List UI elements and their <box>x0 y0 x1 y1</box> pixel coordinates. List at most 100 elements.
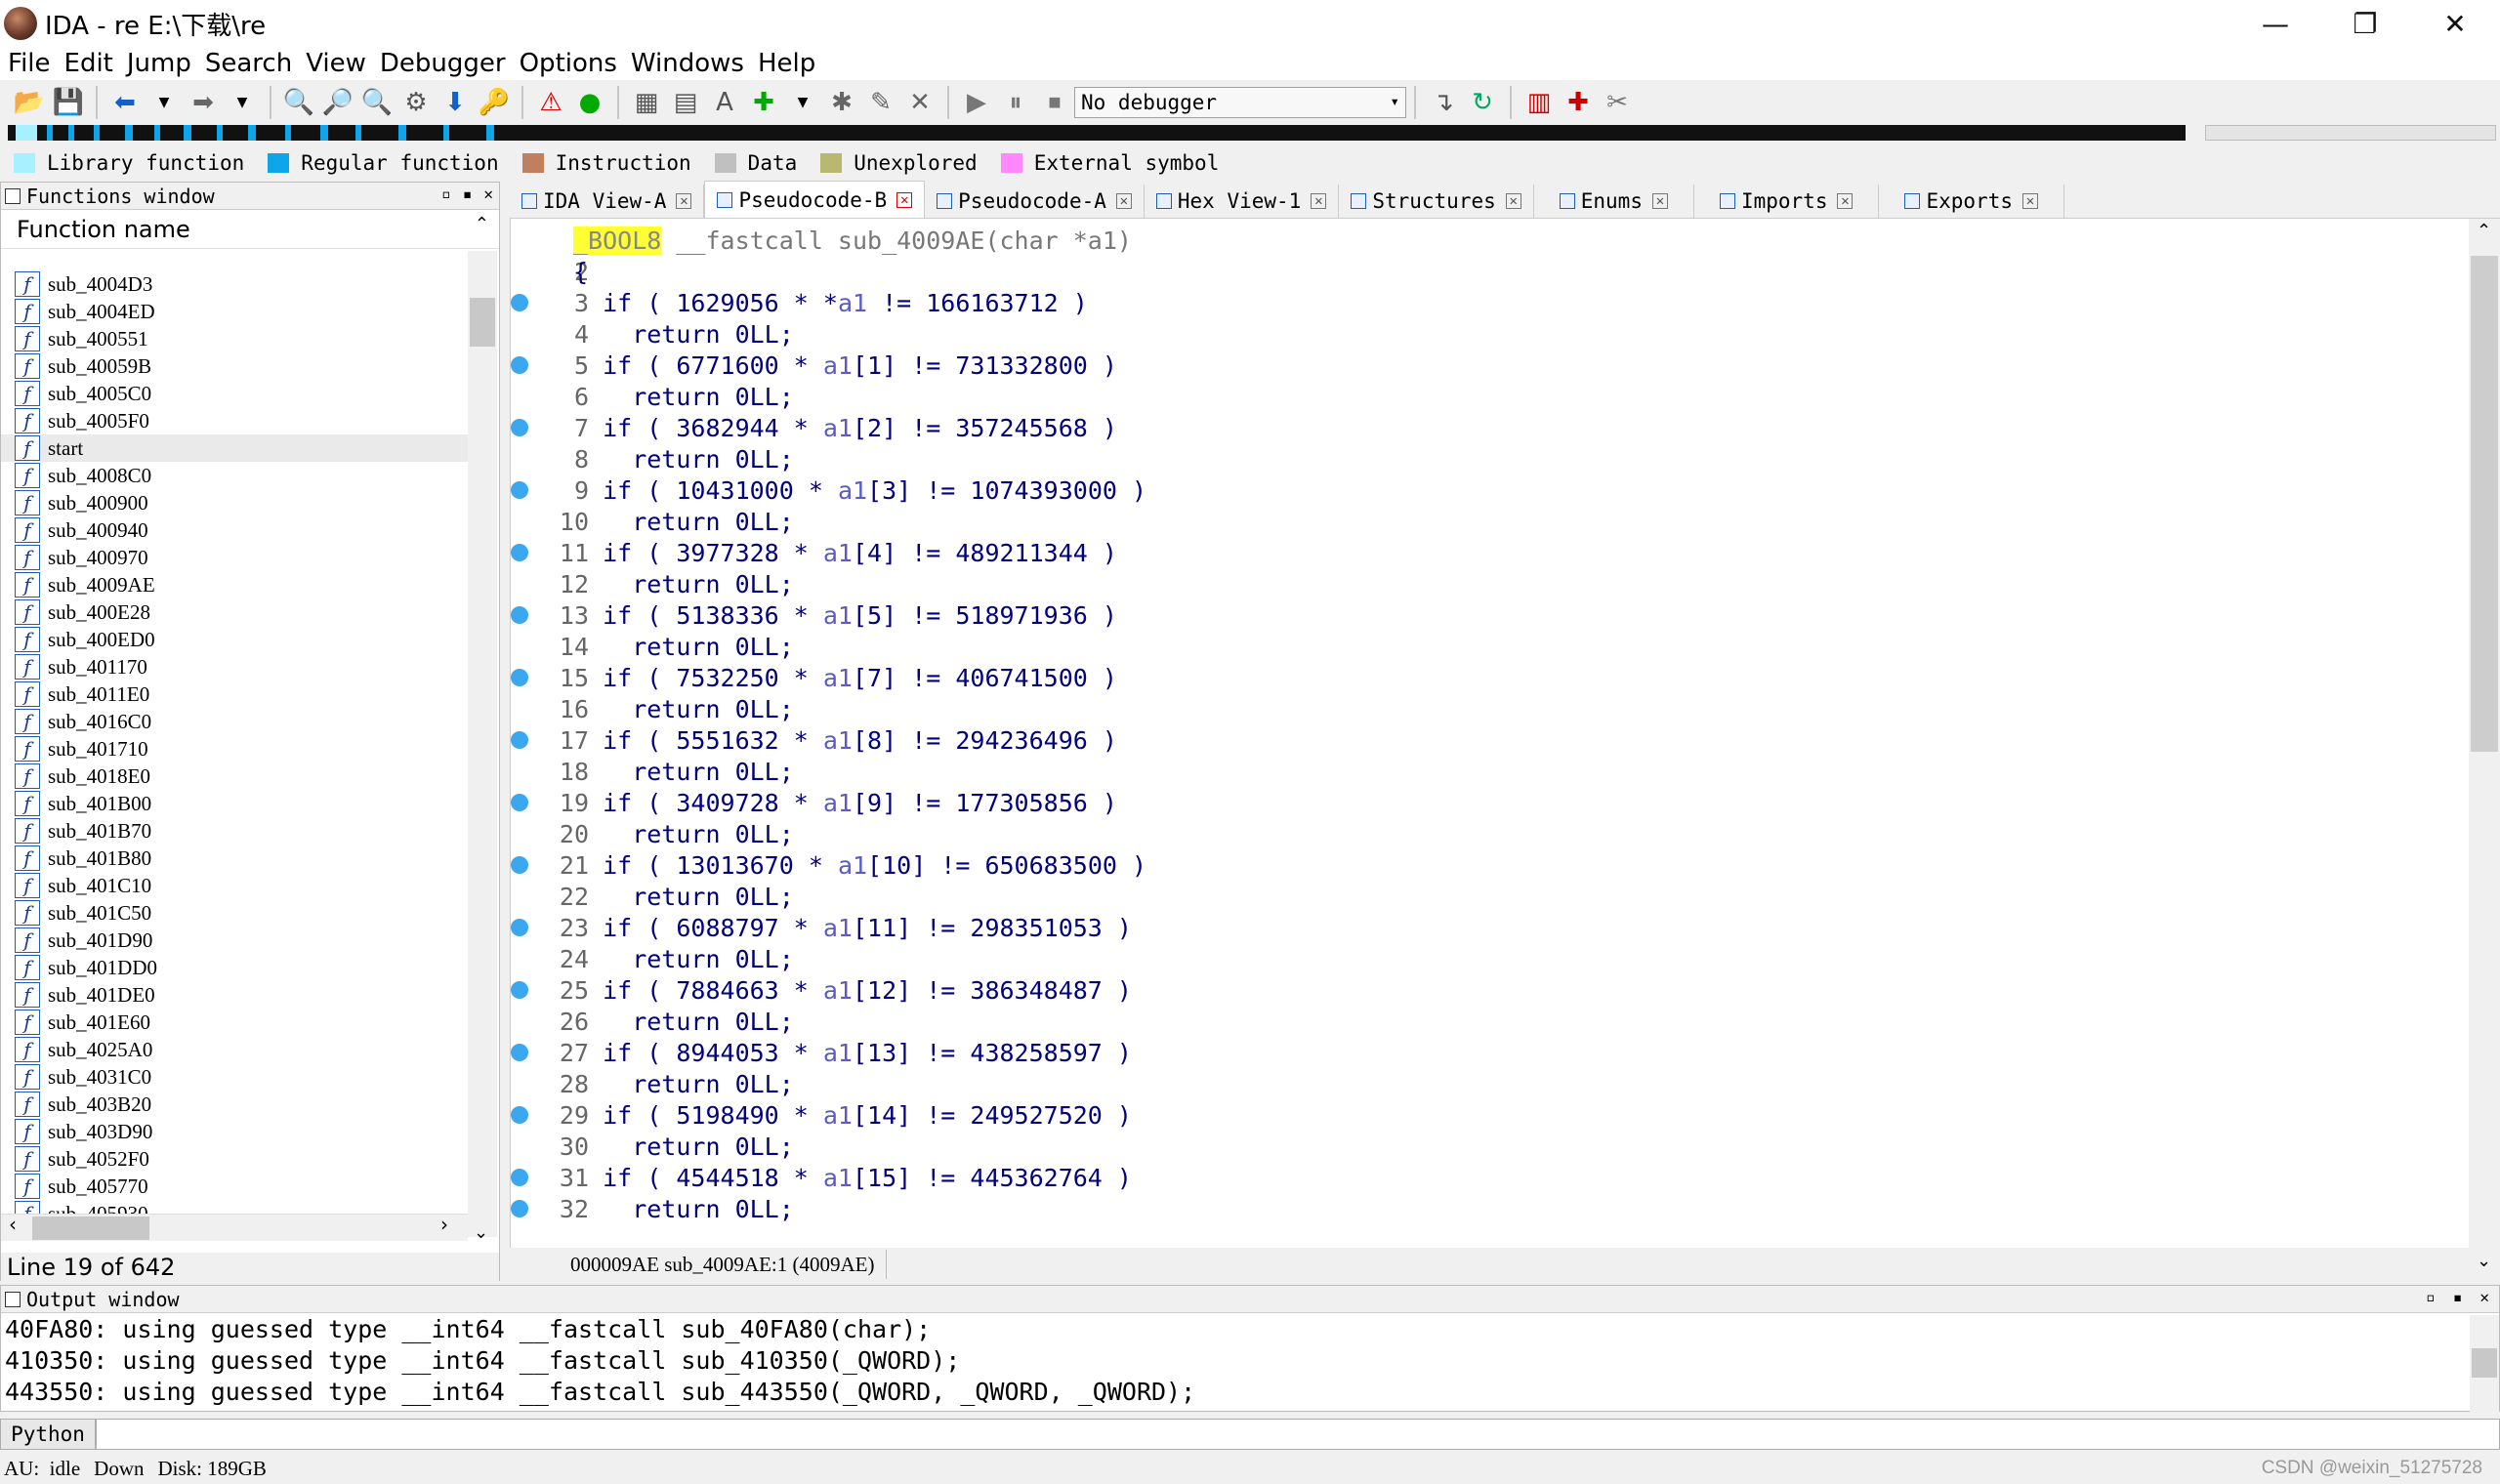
navigation-band[interactable] <box>8 125 2186 141</box>
panel-minimize-icon[interactable]: ▫ <box>441 185 451 203</box>
menu-options[interactable]: Options <box>512 49 623 78</box>
menu-windows[interactable]: Windows <box>623 49 750 78</box>
make-data-icon[interactable]: ▤ <box>668 85 703 120</box>
step-over-icon[interactable]: ↻ <box>1465 85 1500 120</box>
function-list-item[interactable]: f sub_4008C0 <box>1 462 468 489</box>
function-list-item[interactable]: f start <box>1 434 468 462</box>
output-vscroll[interactable] <box>2470 1315 2499 1413</box>
run-green-icon[interactable]: ● <box>572 85 607 120</box>
tab-close-icon[interactable]: ✕ <box>1651 193 1668 209</box>
function-list-item[interactable]: f sub_40059B <box>1 352 468 380</box>
play-icon[interactable]: ▶ <box>959 85 994 120</box>
function-list-hscroll[interactable]: ‹ › <box>1 1213 468 1241</box>
function-list-item[interactable]: f sub_400970 <box>1 544 468 571</box>
save-icon[interactable]: 💾 <box>51 85 86 120</box>
breakpoint-dot-icon[interactable] <box>511 356 528 374</box>
make-ascii-icon[interactable]: A <box>707 85 742 120</box>
code-line[interactable]: 2{ <box>511 256 2454 287</box>
open-folder-icon[interactable]: 📂 <box>12 85 47 120</box>
code-line[interactable]: 19 if ( 3409728 * a1[9] != 177305856 ) <box>511 787 2454 818</box>
jump-down-icon[interactable]: ⬇ <box>438 85 473 120</box>
breakpoint-dot-icon[interactable] <box>511 731 528 749</box>
code-line[interactable]: 12 return 0LL; <box>511 568 2454 599</box>
code-line[interactable]: 26 return 0LL; <box>511 1006 2454 1037</box>
code-line[interactable]: 1_BOOL8 __fastcall sub_4009AE(char *a1) <box>511 225 2454 256</box>
code-line[interactable]: 27 if ( 8944053 * a1[13] != 438258597 ) <box>511 1037 2454 1068</box>
code-line[interactable]: 30 return 0LL; <box>511 1131 2454 1162</box>
tab-close-icon[interactable]: ✕ <box>1837 193 1854 209</box>
scroll-thumb[interactable] <box>2472 1348 2497 1378</box>
code-line[interactable]: 28 return 0LL; <box>511 1068 2454 1099</box>
function-list-item[interactable]: f sub_401C50 <box>1 899 468 927</box>
debugger-select[interactable]: No debugger ▾ <box>1074 87 1406 118</box>
function-list-item[interactable]: f sub_400900 <box>1 489 468 516</box>
breakpoint-add-icon[interactable]: ✚ <box>1561 85 1596 120</box>
python-command-input[interactable] <box>96 1419 2500 1450</box>
code-line[interactable]: 20 return 0LL; <box>511 818 2454 849</box>
function-list-item[interactable]: f sub_401DD0 <box>1 954 468 981</box>
function-list-item[interactable]: f sub_401B80 <box>1 845 468 872</box>
function-list-item[interactable]: f sub_4052F0 <box>1 1145 468 1173</box>
function-list-item[interactable]: f sub_400E28 <box>1 598 468 626</box>
code-line[interactable]: 5 if ( 6771600 * a1[1] != 731332800 ) <box>511 350 2454 381</box>
breakpoint-dot-icon[interactable] <box>511 294 528 311</box>
menu-view[interactable]: View <box>298 49 372 78</box>
tab-close-icon[interactable]: ✕ <box>1505 193 1521 209</box>
code-line[interactable]: 8 return 0LL; <box>511 443 2454 474</box>
function-list-item[interactable]: f sub_4011E0 <box>1 680 468 708</box>
function-list-item[interactable]: f sub_400551 <box>1 325 468 352</box>
tab-close-icon[interactable]: ✕ <box>1115 193 1132 209</box>
breakpoint-dot-icon[interactable] <box>511 856 528 874</box>
code-line[interactable]: 9 if ( 10431000 * a1[3] != 1074393000 ) <box>511 474 2454 506</box>
function-list-item[interactable]: f sub_4005F0 <box>1 407 468 434</box>
panel-close-icon[interactable]: ✕ <box>2479 1288 2489 1306</box>
panel-float-icon[interactable]: ▪ <box>463 185 473 203</box>
make-code-icon[interactable]: ▦ <box>629 85 664 120</box>
function-list-item[interactable]: f sub_401B00 <box>1 790 468 817</box>
code-line[interactable]: 17 if ( 5551632 * a1[8] != 294236496 ) <box>511 724 2454 756</box>
breakpoint-dot-icon[interactable] <box>511 1169 528 1186</box>
function-list-item[interactable]: f sub_403D90 <box>1 1118 468 1145</box>
chevron-up-icon[interactable]: ⌃ <box>475 214 489 234</box>
back-arrow-icon[interactable]: ⬅ <box>107 85 143 120</box>
function-list-item[interactable]: f sub_400ED0 <box>1 626 468 653</box>
undefine-x-icon[interactable]: ✕ <box>902 85 938 120</box>
forward-dropdown-icon[interactable]: ▼ <box>225 85 260 120</box>
tab-ida-view-a[interactable]: IDA View-A ✕ <box>510 185 705 218</box>
code-line[interactable]: 25 if ( 7884663 * a1[12] != 386348487 ) <box>511 974 2454 1006</box>
function-list-item[interactable]: f sub_401710 <box>1 735 468 763</box>
panel-minimize-icon[interactable]: ▫ <box>2426 1288 2436 1306</box>
breakpoint-dot-icon[interactable] <box>511 981 528 999</box>
panel-close-icon[interactable]: ✕ <box>483 185 493 203</box>
tab-hex-view-1[interactable]: Hex View-1 ✕ <box>1145 185 1340 218</box>
function-list-item[interactable]: f sub_401DE0 <box>1 981 468 1009</box>
menu-jump[interactable]: Jump <box>119 49 197 78</box>
breakpoint-dot-icon[interactable] <box>511 794 528 811</box>
forward-arrow-icon[interactable]: ➡ <box>186 85 221 120</box>
function-list-item[interactable]: f sub_405770 <box>1 1173 468 1200</box>
code-line[interactable]: 3 if ( 1629056 * *a1 != 166163712 ) <box>511 287 2454 318</box>
function-list-item[interactable]: f sub_401170 <box>1 653 468 680</box>
back-dropdown-icon[interactable]: ▼ <box>146 85 182 120</box>
scroll-thumb[interactable] <box>32 1216 149 1240</box>
code-line[interactable]: 29 if ( 5198490 * a1[14] != 249527520 ) <box>511 1099 2454 1131</box>
code-line[interactable]: 22 return 0LL; <box>511 881 2454 912</box>
function-list-item[interactable]: f sub_401D90 <box>1 927 468 954</box>
code-line[interactable]: 4 return 0LL; <box>511 318 2454 350</box>
graph-view-icon[interactable]: ▥ <box>1521 85 1557 120</box>
breakpoint-dot-icon[interactable] <box>511 544 528 561</box>
scroll-thumb[interactable] <box>2471 256 2498 752</box>
tab-pseudocode-a[interactable]: Pseudocode-A ✕ <box>925 185 1145 218</box>
pseudocode-vscroll[interactable]: ⌃ ⌄ <box>2469 219 2500 1275</box>
panel-float-icon[interactable]: ▪ <box>2453 1288 2463 1306</box>
function-list-item[interactable]: f sub_4004ED <box>1 298 468 325</box>
breakpoint-dot-icon[interactable] <box>511 1106 528 1124</box>
add-struct-icon[interactable]: ✚ <box>746 85 781 120</box>
function-list-item[interactable]: f sub_401B70 <box>1 817 468 845</box>
chevron-left-icon[interactable]: ‹ <box>9 1213 17 1236</box>
name-search-icon[interactable]: 🔑 <box>477 85 512 120</box>
breakpoint-dot-icon[interactable] <box>511 606 528 624</box>
search-text-icon[interactable]: 🔎 <box>320 85 355 120</box>
menu-edit[interactable]: Edit <box>57 49 119 78</box>
menu-file[interactable]: File <box>0 49 57 78</box>
